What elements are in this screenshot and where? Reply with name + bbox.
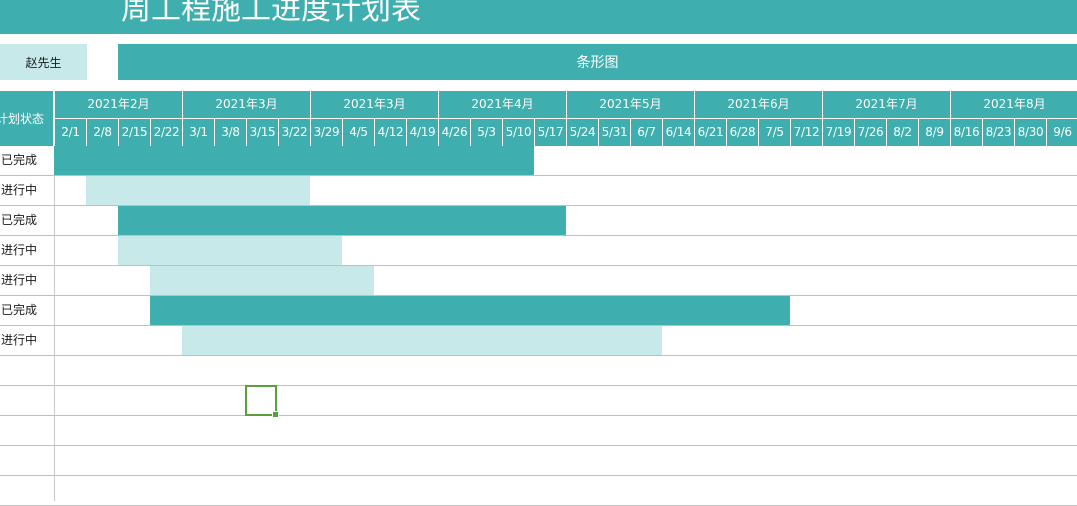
task-status-cell[interactable]: [0, 386, 54, 415]
table-row: [0, 416, 1077, 446]
gantt-bar-in-progress[interactable]: [182, 326, 662, 355]
week-header-cell[interactable]: 5/10: [503, 119, 535, 146]
gantt-bar-in-progress[interactable]: [150, 266, 374, 295]
month-header-cell[interactable]: 2021年8月: [951, 91, 1077, 118]
month-header-cell[interactable]: 2021年2月: [55, 91, 183, 118]
week-header-cell[interactable]: 2/22: [151, 119, 183, 146]
week-header-cell[interactable]: 7/12: [791, 119, 823, 146]
gantt-bar-completed[interactable]: [54, 146, 534, 175]
week-header-cell[interactable]: 3/8: [215, 119, 247, 146]
task-status-cell[interactable]: 进行中: [0, 266, 54, 295]
page-title: 周工程施工进度计划表: [121, 0, 421, 27]
status-column-header[interactable]: 计划状态: [0, 91, 54, 146]
task-status-cell[interactable]: [0, 416, 54, 445]
table-row: [0, 476, 1077, 506]
week-header-cell[interactable]: 9/6: [1047, 119, 1077, 146]
week-header-cell[interactable]: 8/9: [919, 119, 951, 146]
task-status-cell[interactable]: [0, 446, 54, 475]
week-header-cell[interactable]: 5/17: [535, 119, 567, 146]
week-header-cell[interactable]: 4/12: [375, 119, 407, 146]
week-header-cell[interactable]: 2/1: [55, 119, 87, 146]
week-header-cell[interactable]: 7/19: [823, 119, 855, 146]
table-row: [0, 446, 1077, 476]
chart-label-cell[interactable]: 条形图: [118, 44, 1077, 80]
month-header-cell[interactable]: 2021年7月: [823, 91, 951, 118]
week-header-cell[interactable]: 3/1: [183, 119, 215, 146]
gantt-grid: 已完成 进行中 已完成 进行中 进行中 已完成 进行中: [0, 146, 1077, 506]
month-header-cell[interactable]: 2021年5月: [567, 91, 695, 118]
table-row: 已完成: [0, 146, 1077, 176]
week-header-cell[interactable]: 8/16: [951, 119, 983, 146]
table-row: 进行中: [0, 236, 1077, 266]
owner-cell[interactable]: 赵先生: [0, 44, 87, 80]
week-header-cell[interactable]: 3/29: [311, 119, 343, 146]
table-row: 进行中: [0, 326, 1077, 356]
gantt-bar-in-progress[interactable]: [118, 236, 342, 265]
week-header-cell[interactable]: 6/28: [727, 119, 759, 146]
week-header-cell[interactable]: 6/7: [631, 119, 663, 146]
week-header-cell[interactable]: 7/5: [759, 119, 791, 146]
week-header-cell[interactable]: 4/5: [343, 119, 375, 146]
month-header-cell[interactable]: 2021年4月: [439, 91, 567, 118]
week-header-cell[interactable]: 5/24: [567, 119, 599, 146]
week-header-cell[interactable]: 8/2: [887, 119, 919, 146]
week-header-cell[interactable]: 5/31: [599, 119, 631, 146]
month-header-row: 2021年2月 2021年3月 2021年3月 2021年4月 2021年5月 2021年…: [55, 91, 1077, 118]
task-status-cell[interactable]: 进行中: [0, 236, 54, 265]
month-header-cell[interactable]: 2021年3月: [311, 91, 439, 118]
week-header-cell[interactable]: 3/15: [247, 119, 279, 146]
week-header-cell[interactable]: 8/30: [1015, 119, 1047, 146]
week-header-cell[interactable]: 6/14: [663, 119, 695, 146]
week-header-cell[interactable]: 4/26: [439, 119, 471, 146]
task-status-cell[interactable]: 进行中: [0, 326, 54, 355]
table-row: 进行中: [0, 266, 1077, 296]
week-header-cell[interactable]: 5/3: [471, 119, 503, 146]
title-bar: 周工程施工进度计划表: [0, 0, 1077, 34]
gantt-bar-completed[interactable]: [150, 296, 790, 325]
selected-cell[interactable]: [245, 385, 279, 418]
task-status-cell[interactable]: 进行中: [0, 176, 54, 205]
task-status-cell[interactable]: 已完成: [0, 206, 54, 235]
week-header-cell[interactable]: 3/22: [279, 119, 311, 146]
week-header-cell[interactable]: 4/19: [407, 119, 439, 146]
fill-handle[interactable]: [272, 411, 279, 418]
week-header-cell[interactable]: 2/8: [87, 119, 119, 146]
month-header-cell[interactable]: 2021年6月: [695, 91, 823, 118]
task-status-cell[interactable]: [0, 356, 54, 385]
table-row: [0, 356, 1077, 386]
week-header-cell[interactable]: 6/21: [695, 119, 727, 146]
table-row: 已完成: [0, 206, 1077, 236]
week-header-cell[interactable]: 2/15: [119, 119, 151, 146]
table-row: 进行中: [0, 176, 1077, 206]
month-header-cell[interactable]: 2021年3月: [183, 91, 311, 118]
task-status-cell[interactable]: 已完成: [0, 146, 54, 175]
week-header-cell[interactable]: 8/23: [983, 119, 1015, 146]
gantt-bar-in-progress[interactable]: [86, 176, 310, 205]
week-header-cell[interactable]: 7/26: [855, 119, 887, 146]
gantt-bar-completed[interactable]: [118, 206, 566, 235]
table-row: [0, 386, 1077, 416]
task-status-cell[interactable]: 已完成: [0, 296, 54, 325]
table-row: 已完成: [0, 296, 1077, 326]
week-header-row: 2/1 2/8 2/15 2/22 3/1 3/8 3/15 3/22 3/29 4/5 4/12 4…: [55, 118, 1077, 146]
